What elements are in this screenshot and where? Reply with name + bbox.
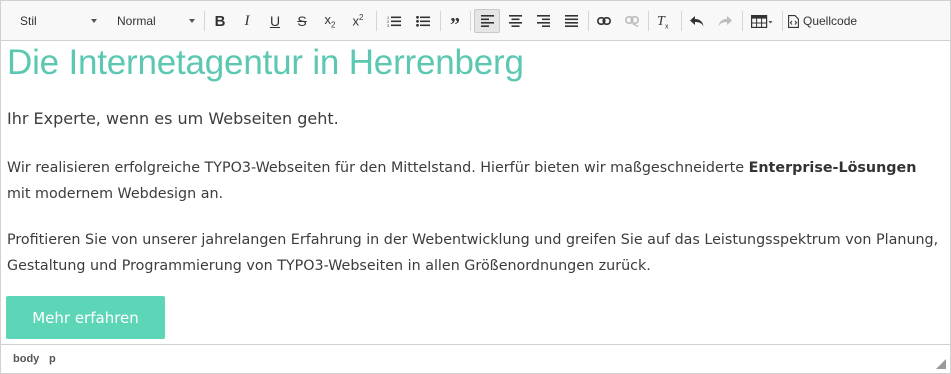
justify-button[interactable]	[559, 9, 583, 33]
redo-button[interactable]	[713, 9, 737, 33]
intro-paragraph: Wir realisieren erfolgreiche TYPO3-Webse…	[7, 155, 949, 207]
bullet-list-button[interactable]	[411, 9, 435, 33]
remove-format-button[interactable]: T x	[652, 9, 676, 33]
numbered-list-button[interactable]: 1 2 3	[382, 9, 406, 33]
blockquote-icon: ”	[450, 14, 460, 36]
resize-handle-icon[interactable]	[936, 359, 946, 369]
chevron-down-icon	[91, 19, 97, 23]
table-icon	[751, 14, 773, 28]
editor-statusbar: body p	[1, 344, 950, 373]
align-right-button[interactable]	[531, 9, 555, 33]
element-path-body[interactable]: body	[13, 353, 39, 365]
align-right-icon	[536, 15, 550, 27]
rich-text-editor: Stil Normal B I U S x2 x2 1 2 3 ” T x Qu…	[0, 0, 951, 374]
align-left-icon	[480, 15, 494, 27]
style-dropdown-label: Stil	[20, 14, 37, 28]
superscript-button[interactable]: x2	[346, 9, 370, 33]
justify-icon	[564, 15, 578, 27]
bold-icon: B	[214, 12, 226, 30]
toolbar-separator	[588, 11, 589, 31]
undo-icon	[690, 15, 704, 26]
align-center-button[interactable]	[503, 9, 527, 33]
underline-icon: U	[269, 13, 281, 29]
source-code-icon	[788, 14, 799, 28]
mehr-erfahren-button[interactable]: Mehr erfahren	[6, 296, 165, 339]
link-button[interactable]	[592, 9, 616, 33]
strikethrough-icon: S	[297, 13, 307, 29]
align-left-button[interactable]	[474, 9, 500, 33]
bullet-list-icon	[416, 15, 430, 27]
redo-icon	[718, 15, 732, 26]
superscript-icon: x2	[352, 13, 364, 29]
italic-icon: I	[244, 12, 250, 29]
italic-button[interactable]: I	[236, 9, 258, 33]
toolbar-separator	[440, 11, 441, 31]
svg-text:x: x	[665, 24, 669, 30]
source-code-button[interactable]: Quellcode	[788, 9, 868, 33]
toolbar-separator	[470, 11, 471, 31]
toolbar-separator	[782, 11, 783, 31]
unlink-icon	[625, 15, 639, 27]
remove-format-icon: T x	[657, 14, 669, 30]
page-title: Die Internetagentur in Herrenberg	[7, 43, 524, 82]
svg-text:3: 3	[387, 23, 390, 27]
source-code-label: Quellcode	[803, 14, 858, 28]
intro-text-line2: mit modernem Webdesign an.	[7, 186, 224, 202]
format-dropdown-label: Normal	[117, 14, 156, 28]
toolbar-separator	[681, 11, 682, 31]
style-dropdown[interactable]: Stil	[7, 9, 103, 33]
format-dropdown[interactable]: Normal	[111, 9, 201, 33]
experience-paragraph: Profitieren Sie von unserer jahrelangen …	[7, 232, 939, 274]
element-path-p[interactable]: p	[49, 353, 56, 365]
link-icon	[597, 17, 611, 25]
intro-bold-text: Enterprise-Lösungen	[748, 160, 917, 176]
toolbar-separator	[648, 11, 649, 31]
ordered-list-icon: 1 2 3	[387, 15, 401, 27]
editor-content[interactable]: Die Internetagentur in Herrenberg Ihr Ex…	[6, 41, 949, 343]
underline-button[interactable]: U	[264, 9, 286, 33]
undo-button[interactable]	[685, 9, 709, 33]
intro-text: Wir realisieren erfolgreiche TYPO3-Webse…	[7, 160, 749, 176]
lead-paragraph: Ihr Experte, wenn es um Webseiten geht.	[7, 109, 339, 128]
blockquote-button[interactable]: ”	[443, 9, 467, 36]
toolbar-separator	[204, 11, 205, 31]
toolbar-separator	[742, 11, 743, 31]
unlink-button[interactable]	[620, 9, 644, 33]
subscript-button[interactable]: x2	[318, 9, 342, 33]
bold-button[interactable]: B	[209, 9, 231, 33]
chevron-down-icon	[189, 19, 195, 23]
toolbar-separator	[376, 11, 377, 31]
editor-toolbar: Stil Normal B I U S x2 x2 1 2 3 ” T x Qu…	[1, 1, 950, 41]
subscript-icon: x2	[324, 12, 336, 30]
align-center-icon	[508, 15, 522, 27]
table-button[interactable]	[747, 9, 777, 33]
strikethrough-button[interactable]: S	[291, 9, 313, 33]
